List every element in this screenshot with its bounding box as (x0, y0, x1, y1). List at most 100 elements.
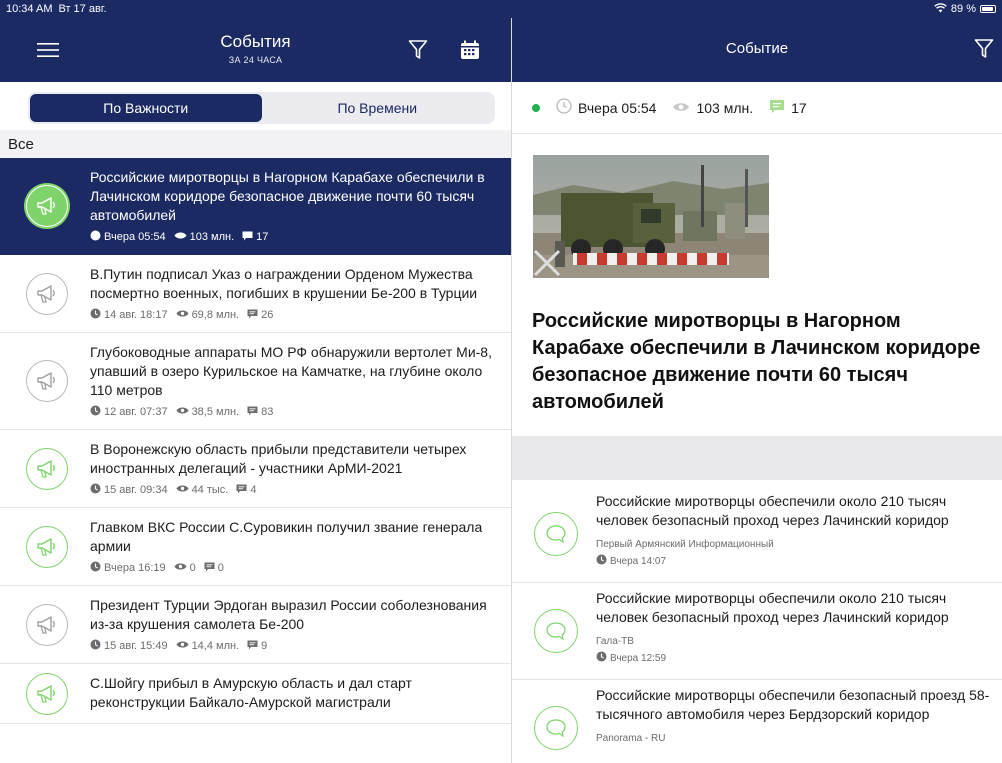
filter-icon[interactable] (406, 38, 430, 62)
event-time: 12 авг. 07:37 (90, 405, 168, 419)
event-list-item[interactable]: Главком ВКС России С.Суровикин получил з… (0, 508, 511, 586)
speech-bubble-icon (534, 609, 578, 653)
detail-comments: 17 (769, 99, 807, 117)
megaphone-icon (26, 272, 68, 315)
detail-views-text: 103 млн. (696, 99, 754, 116)
event-time: 15 авг. 15:49 (90, 639, 168, 653)
related-source: Первый Армянский Информационный (596, 539, 774, 550)
related-news-item[interactable]: Российские миротворцы обеспечили около 2… (512, 486, 1002, 583)
status-bar: 10:34 AM Вт 17 авг. 89 % (0, 0, 1002, 18)
news-photo[interactable] (533, 155, 769, 278)
event-views: 103 млн. (174, 231, 235, 243)
event-detail-pane: Событие Вчера 05:54 103 млн. 17 Российск… (512, 18, 1002, 763)
clock-icon (556, 98, 572, 117)
event-views-text: 14,4 млн. (191, 640, 240, 652)
event-comments: 17 (242, 231, 268, 244)
detail-time-text: Вчера 05:54 (578, 99, 657, 116)
sort-segmented-control: По Важности По Времени (28, 92, 495, 124)
battery-icon (980, 5, 996, 13)
event-time: 15 авг. 09:34 (90, 483, 168, 497)
comment-icon (204, 562, 215, 575)
event-time-text: 15 авг. 15:49 (104, 640, 168, 652)
events-navbar: События ЗА 24 ЧАСА (0, 18, 511, 82)
event-meta: 15 авг. 09:34 44 тыс. 4 (90, 483, 499, 497)
event-comments: 9 (247, 640, 267, 653)
detail-meta-row: Вчера 05:54 103 млн. 17 (512, 82, 1002, 134)
filter-icon[interactable] (974, 38, 994, 65)
event-headline: Российские миротворцы в Нагорном Карабах… (532, 310, 981, 413)
event-meta: Вчера 05:54 103 млн. 17 (90, 230, 499, 244)
related-time-text: Вчера 12:59 (610, 652, 667, 664)
event-title: Российские миротворцы в Нагорном Карабах… (90, 169, 485, 223)
eye-icon (672, 100, 690, 116)
related-time: Вчера 14:07 (596, 554, 992, 568)
event-time: Вчера 16:19 (90, 561, 166, 575)
clock-icon (90, 483, 101, 497)
events-list-pane: События ЗА 24 ЧАСА По Важности По Времен… (0, 18, 512, 763)
event-meta: Вчера 16:19 0 0 (90, 561, 499, 575)
event-comments-text: 17 (256, 231, 269, 243)
detail-comments-text: 17 (791, 99, 807, 116)
megaphone-icon (26, 360, 68, 402)
related-news-item[interactable]: Российские миротворцы обеспечили около 2… (512, 583, 1002, 680)
comment-icon (247, 309, 258, 322)
segment-by-time[interactable]: По Времени (262, 94, 494, 122)
page-title: События (220, 32, 291, 51)
calendar-icon[interactable] (458, 38, 482, 62)
event-time-text: 15 авг. 09:34 (104, 484, 168, 496)
event-views-text: 103 млн. (189, 231, 235, 243)
related-time: Вчера 12:59 (596, 651, 992, 665)
event-views: 0 (174, 562, 196, 574)
event-time: 14 авг. 18:17 (90, 308, 168, 322)
event-time-text: Вчера 16:19 (104, 562, 166, 574)
event-comments-text: 83 (261, 406, 274, 418)
megaphone-icon (26, 603, 68, 646)
event-list-item[interactable]: Глубоководные аппараты МО РФ обнаружили … (0, 333, 511, 430)
speech-bubble-icon (534, 512, 578, 556)
megaphone-icon (26, 185, 68, 227)
event-comments: 83 (247, 406, 273, 419)
event-title: Глубоководные аппараты МО РФ обнаружили … (90, 344, 492, 398)
clock-icon (596, 554, 607, 568)
segment-by-importance[interactable]: По Важности (30, 94, 262, 122)
event-list-item[interactable]: Президент Турции Эрдоган выразил России … (0, 586, 511, 664)
clock-icon (90, 230, 101, 244)
eye-icon (176, 640, 189, 652)
related-news-item[interactable]: Российские миротворцы обеспечили безопас… (512, 680, 1002, 763)
event-list-item[interactable]: С.Шойгу прибыл в Амурскую область и дал … (0, 664, 511, 724)
status-date: Вт 17 авг. (58, 3, 107, 15)
status-time: 10:34 AM (6, 3, 53, 15)
event-comments: 4 (236, 484, 256, 497)
events-list: Российские миротворцы в Нагорном Карабах… (0, 158, 511, 724)
event-title: В.Путин подписал Указ о награждении Орде… (90, 266, 478, 301)
event-views: 69,8 млн. (176, 309, 239, 321)
megaphone-icon (26, 672, 68, 715)
event-meta: 15 авг. 15:49 14,4 млн. 9 (90, 639, 499, 653)
event-views: 14,4 млн. (176, 640, 240, 652)
event-title: В Воронежскую область прибыли представит… (90, 441, 467, 476)
megaphone-icon (26, 525, 68, 568)
speech-bubble-icon (534, 706, 578, 750)
event-list-item[interactable]: Российские миротворцы в Нагорном Карабах… (0, 158, 511, 255)
event-meta: 14 авг. 18:17 69,8 млн. 26 (90, 308, 499, 322)
page-subtitle: ЗА 24 ЧАСА (228, 55, 283, 65)
event-views-text: 44 тыс. (191, 484, 229, 496)
comment-icon (247, 406, 258, 419)
event-views-text: 38,5 млн. (191, 406, 240, 418)
menu-icon[interactable] (36, 38, 60, 62)
comment-icon (769, 99, 785, 117)
related-title: Российские миротворцы обеспечили около 2… (596, 493, 949, 528)
event-list-item[interactable]: В.Путин подписал Указ о награждении Орде… (0, 255, 511, 333)
battery-level: 89 % (950, 3, 976, 15)
detail-views: 103 млн. (672, 100, 753, 116)
eye-icon (174, 231, 187, 243)
event-time: Вчера 05:54 (90, 230, 166, 244)
clock-icon (90, 405, 101, 419)
event-meta: 12 авг. 07:37 38,5 млн. 83 (90, 405, 499, 419)
related-source: Panorama - RU (596, 733, 666, 744)
clock-icon (90, 561, 101, 575)
event-list-item[interactable]: В Воронежскую область прибыли представит… (0, 430, 511, 508)
related-title: Российские миротворцы обеспечили безопас… (596, 687, 990, 722)
event-views: 44 тыс. (176, 484, 229, 496)
detail-time: Вчера 05:54 (556, 98, 656, 117)
